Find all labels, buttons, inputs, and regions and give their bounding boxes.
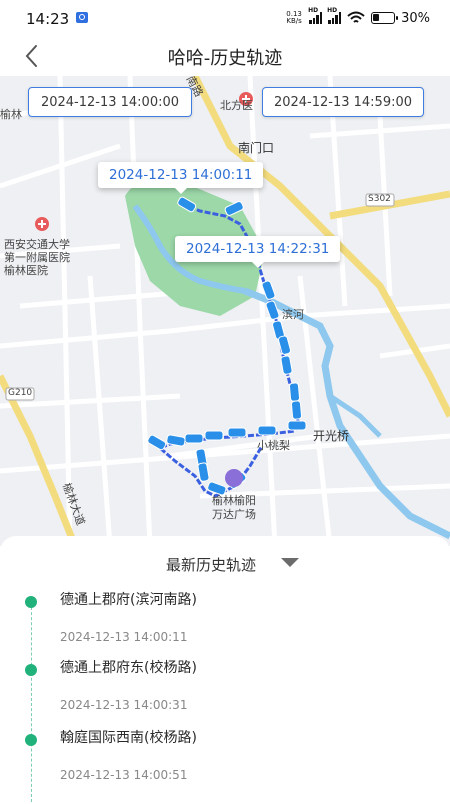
timeline-address: 翰庭国际西南(校杨路): [60, 730, 197, 746]
header: 哈哈-历史轨迹: [0, 36, 450, 76]
timeline-address: 德通上郡府东(校杨路): [60, 660, 197, 676]
timeline-time: 2024-12-13 14:00:51: [60, 768, 188, 782]
battery-icon: [371, 12, 399, 24]
map-label-yulin-top: 榆林: [0, 108, 22, 121]
timeline-dot-icon: [25, 734, 37, 746]
map-label-kaiguangqiao: 开光桥: [313, 429, 350, 443]
map-label-g210: G210: [8, 388, 33, 398]
history-sheet: 最新历史轨迹 德通上郡府(滨河南路) 2024-12-13 14:00:11 德…: [0, 536, 450, 802]
app-notification-icon: [76, 12, 88, 23]
timeline-time: 2024-12-13 14:00:31: [60, 698, 188, 712]
track-time-bubble: 2024-12-13 14:00:11: [98, 162, 264, 194]
start-time-box[interactable]: 2024-12-13 14:00:00: [28, 87, 192, 117]
map-label-wanda-2: 万达广场: [212, 508, 256, 521]
status-bar: 14:23 0.13 KB/s HD HD 30%: [0, 0, 450, 36]
battery-percent: 30%: [401, 10, 430, 26]
sheet-title: 最新历史轨迹: [165, 556, 256, 574]
map-label-nanmenkou: 南门口: [238, 141, 275, 155]
map-label-xiaotiaoli: 小桃梨: [257, 439, 290, 452]
timeline-dot-icon: [25, 596, 37, 608]
timeline-address: 德通上郡府(滨河南路): [60, 592, 197, 608]
map-label-river: 滨河: [282, 308, 304, 321]
timeline-item[interactable]: 翰庭国际西南(校杨路) 2024-12-13 14:00:51: [0, 730, 450, 804]
map-label-beifang: 北方医: [220, 99, 253, 112]
status-indicators: 0.13 KB/s HD HD 30%: [285, 7, 430, 27]
signal-icon-2: HD: [327, 7, 342, 24]
caret-down-icon[interactable]: [281, 558, 299, 567]
status-time: 14:23: [26, 10, 70, 28]
map-label-hospital-3: 榆林医院: [4, 264, 48, 277]
timeline-dot-icon: [25, 664, 37, 676]
signal-icon: HD: [308, 7, 323, 24]
timeline-item[interactable]: 德通上郡府(滨河南路) 2024-12-13 14:00:11: [0, 592, 450, 666]
page-title: 哈哈-历史轨迹: [167, 48, 283, 69]
wifi-icon: [347, 11, 365, 23]
timeline-time: 2024-12-13 14:00:11: [60, 630, 188, 644]
map-base: [0, 76, 450, 546]
network-speed: 0.13 KB/s: [286, 10, 302, 25]
map-label-s302: S302: [368, 194, 391, 204]
end-time-box[interactable]: 2024-12-13 14:59:00: [262, 87, 424, 117]
timeline-item[interactable]: 德通上郡府东(校杨路) 2024-12-13 14:00:31: [0, 660, 450, 734]
map-view[interactable]: 南路 榆林 北方医 南门口 S302 西安交通大学 第一附属医院 榆林医院 滨河…: [0, 76, 450, 546]
track-time-bubble-2: 2024-12-13 14:22:31: [175, 236, 341, 268]
